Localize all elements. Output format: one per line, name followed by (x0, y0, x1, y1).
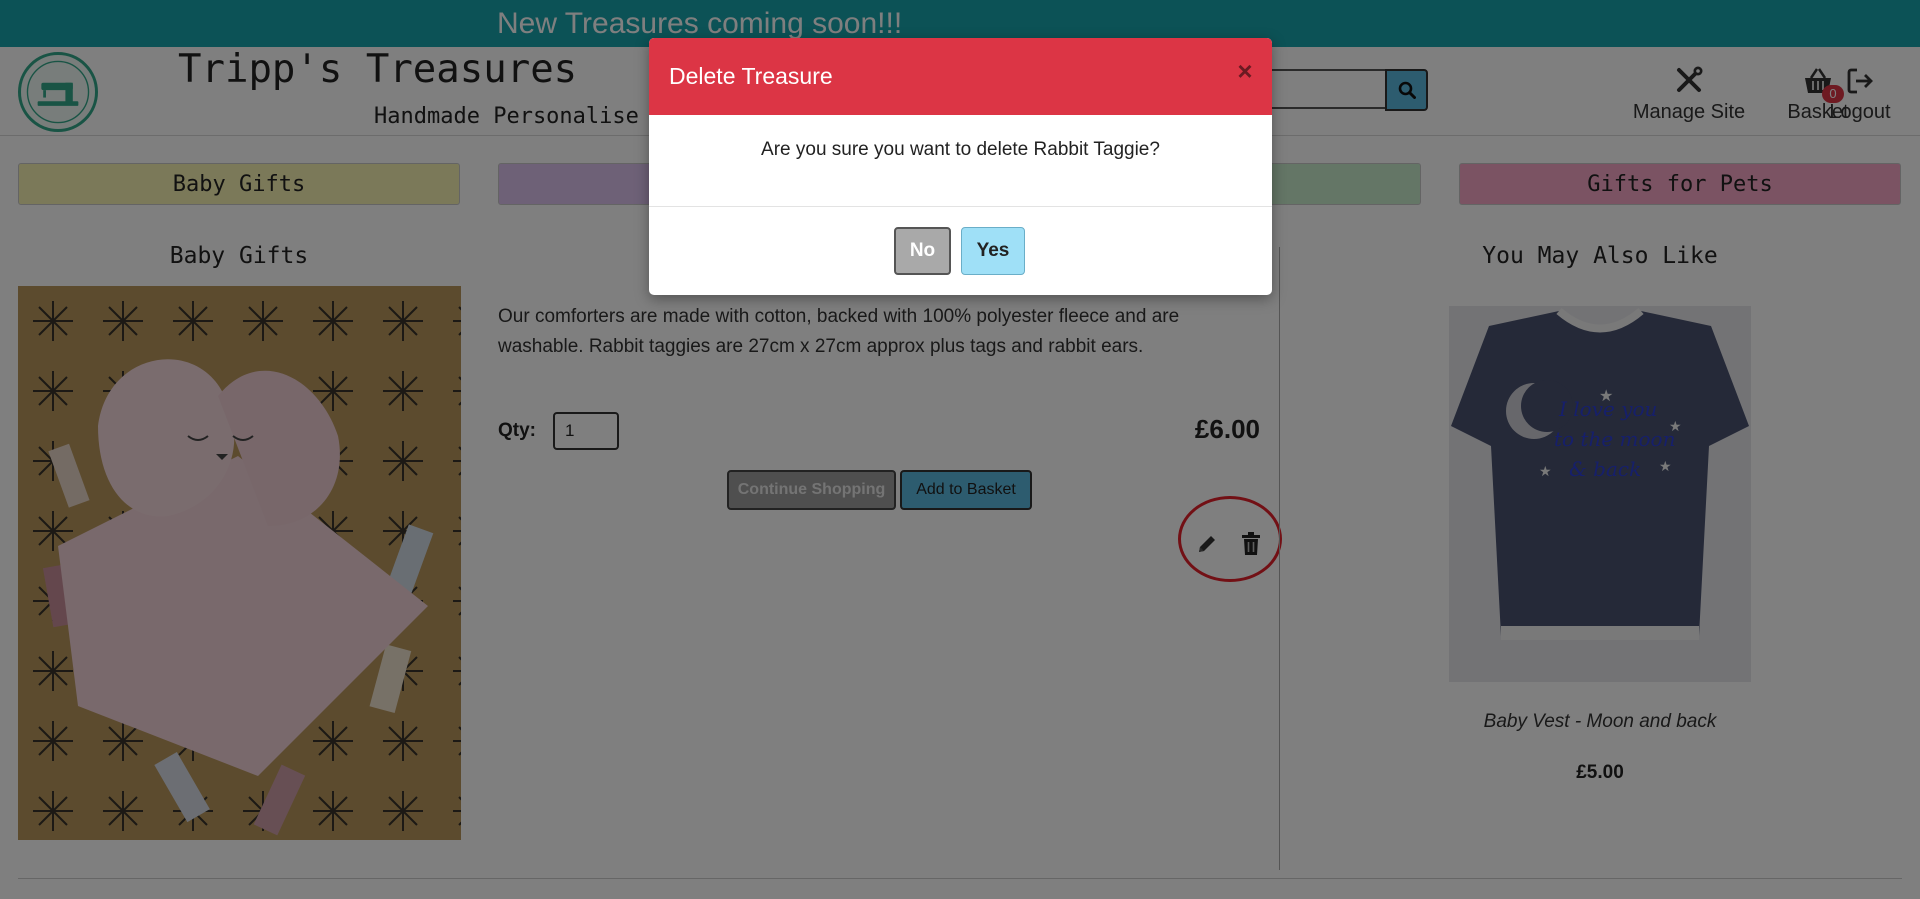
yes-button[interactable]: Yes (961, 227, 1025, 275)
modal-message: Are you sure you want to delete Rabbit T… (761, 139, 1160, 160)
modal-header: Delete Treasure × (649, 38, 1272, 115)
modal-title: Delete Treasure (669, 63, 833, 89)
close-icon[interactable]: × (1231, 57, 1259, 85)
no-button[interactable]: No (894, 227, 951, 275)
delete-modal: Delete Treasure × Are you sure you want … (649, 38, 1272, 295)
modal-footer-divider (649, 206, 1272, 207)
